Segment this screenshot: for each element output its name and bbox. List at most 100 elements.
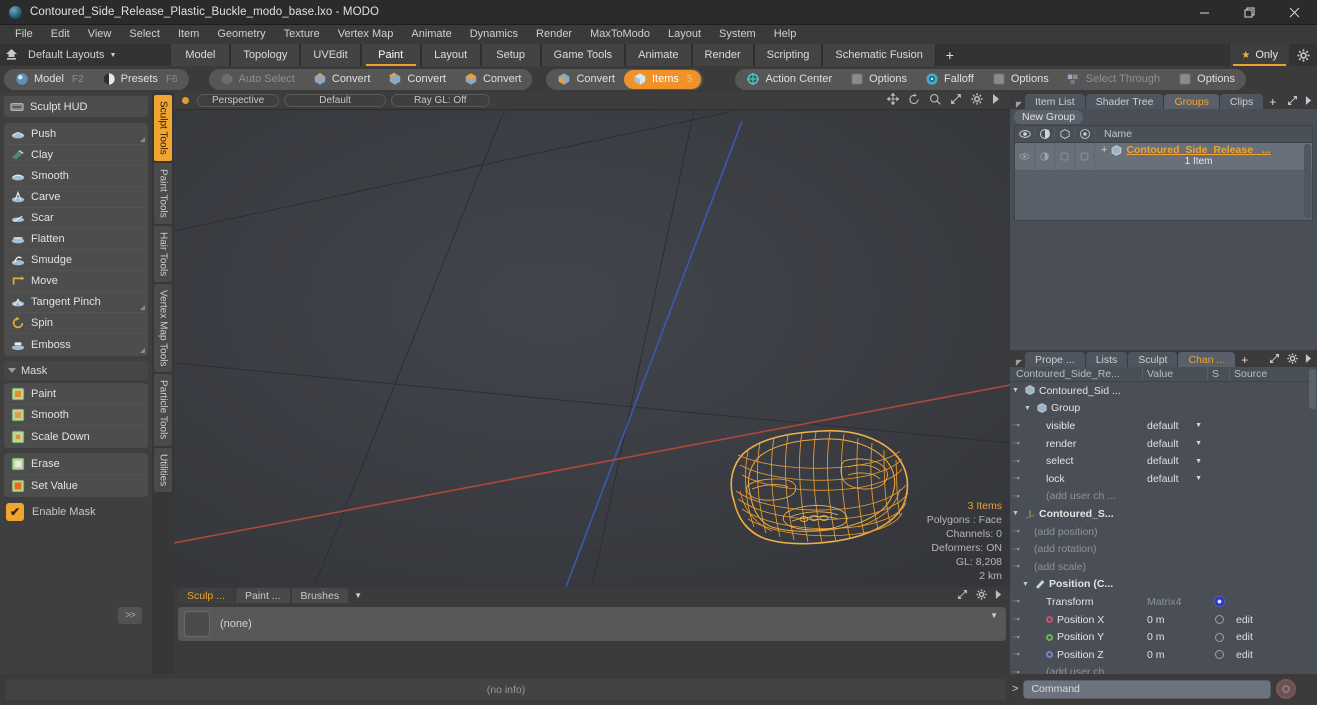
convert-polygon-button[interactable]: Convert	[455, 70, 531, 89]
channel-value[interactable]: default	[1147, 473, 1179, 485]
restore-icon[interactable]	[1227, 0, 1272, 25]
viewport-menu-dot-icon[interactable]	[182, 97, 189, 104]
twist-icon[interactable]: ▼	[1020, 581, 1031, 588]
vtab-utilities[interactable]: Utilities	[154, 447, 172, 492]
groups-scrollbar[interactable]	[1304, 144, 1311, 218]
channel-value[interactable]: 0 m	[1147, 631, 1165, 643]
channel-value[interactable]: default	[1147, 455, 1179, 467]
move-icon[interactable]	[886, 92, 900, 108]
arrow-right-icon[interactable]	[995, 589, 1002, 602]
add-panel-tab-button[interactable]: +	[1236, 353, 1253, 367]
menu-vertex-map[interactable]: Vertex Map	[329, 25, 403, 44]
menu-dynamics[interactable]: Dynamics	[461, 25, 527, 44]
action-center-options-button[interactable]: Options	[841, 70, 916, 89]
blue-ring-icon[interactable]	[1213, 596, 1225, 608]
convert-material-button[interactable]: Convert	[548, 70, 624, 89]
twist-icon[interactable]: ▼	[1010, 510, 1021, 517]
tab-uvedit[interactable]: UVEdit	[300, 44, 361, 66]
vtab-paint-tools[interactable]: Paint Tools	[154, 162, 172, 224]
channel-row-add-position[interactable]: ┈▪ (add position)	[1010, 523, 1317, 541]
menu-maxtomodo[interactable]: MaxToModo	[581, 25, 659, 44]
only-button[interactable]: ★ Only	[1229, 44, 1289, 66]
tab-game-tools[interactable]: Game Tools	[540, 44, 626, 66]
fit-icon[interactable]	[1269, 353, 1280, 367]
brush-preview-swatch[interactable]	[184, 611, 210, 637]
rtab-item-list[interactable]: Item List	[1025, 94, 1085, 109]
rtab-properties[interactable]: Prope ...	[1025, 352, 1085, 367]
select-through-button[interactable]: Select Through	[1058, 70, 1169, 89]
btab-sculpt[interactable]: Sculp ...	[178, 588, 234, 603]
tab-topology[interactable]: Topology	[230, 44, 301, 66]
enable-mask-row[interactable]: ✔ Enable Mask	[4, 503, 148, 521]
convert-edge-button[interactable]: Convert	[379, 70, 455, 89]
channel-row-render[interactable]: ┈▪ render default ▼	[1010, 435, 1317, 453]
vtab-sculpt-tools[interactable]: Sculpt Tools	[154, 95, 172, 161]
sculpt-hud-button[interactable]: Sculpt HUD	[4, 96, 148, 117]
channel-value[interactable]: 0 m	[1147, 614, 1165, 626]
tool-smudge[interactable]: Smudge	[5, 250, 147, 271]
channel-row-add-rotation[interactable]: ┈▪ (add rotation)	[1010, 540, 1317, 558]
gear-icon[interactable]	[1287, 353, 1298, 367]
wireframe-icon[interactable]	[1055, 128, 1075, 140]
action-center-button[interactable]: Action Center	[737, 70, 841, 89]
menu-geometry[interactable]: Geometry	[208, 25, 274, 44]
gear-icon[interactable]	[971, 93, 983, 108]
channel-row-lock[interactable]: ┈▪ lock default ▼	[1010, 470, 1317, 488]
twist-icon[interactable]: ▼	[1022, 405, 1033, 412]
tool-emboss[interactable]: Emboss	[5, 334, 147, 355]
row-wireframe-toggle[interactable]	[1055, 143, 1075, 169]
tab-render[interactable]: Render	[691, 44, 754, 66]
tool-smooth[interactable]: Smooth	[5, 166, 147, 187]
channel-value[interactable]: default	[1147, 438, 1179, 450]
fit-icon[interactable]	[1287, 95, 1298, 109]
channel-row-item[interactable]: ▼ Contoured_Sid ...	[1010, 382, 1317, 400]
channel-row-visible[interactable]: ┈▪ visible default ▼	[1010, 417, 1317, 435]
expand-panel-button[interactable]: >>	[118, 607, 142, 624]
btab-paint[interactable]: Paint ...	[235, 588, 290, 603]
channel-state-ring-icon[interactable]	[1214, 650, 1224, 660]
mask-erase-button[interactable]: Erase	[5, 454, 147, 475]
channel-row-position-z[interactable]: ┈▪ Position Z 0 m edit	[1010, 646, 1317, 664]
channel-row-position-y[interactable]: ┈▪ Position Y 0 m edit	[1010, 628, 1317, 646]
model-mode-button[interactable]: Model F2	[6, 70, 93, 89]
tab-scripting[interactable]: Scripting	[753, 44, 823, 66]
menu-file[interactable]: File	[6, 25, 42, 44]
tab-paint[interactable]: Paint	[360, 44, 421, 66]
tool-spin[interactable]: Spin	[5, 313, 147, 334]
falloff-options-button[interactable]: Options	[983, 70, 1058, 89]
row-render-toggle[interactable]	[1035, 143, 1055, 169]
btab-brushes[interactable]: Brushes	[291, 588, 349, 603]
menu-animate[interactable]: Animate	[402, 25, 460, 44]
render-icon[interactable]	[1035, 128, 1055, 140]
tool-tangent-pinch[interactable]: Tangent Pinch	[5, 292, 147, 313]
eye-icon[interactable]	[1015, 129, 1035, 139]
channel-state-ring-icon[interactable]	[1214, 632, 1224, 642]
twist-icon[interactable]: ▼	[1010, 387, 1021, 394]
mask-section-header[interactable]: Mask	[4, 361, 148, 380]
chevron-down-icon[interactable]: ▼	[1195, 475, 1202, 482]
row-lock-toggle[interactable]	[1075, 143, 1095, 169]
channel-row-add-scale[interactable]: ┈▪ (add scale)	[1010, 558, 1317, 576]
panel-menu-dot-icon[interactable]: ◤	[1014, 100, 1024, 109]
convert-vertex-button[interactable]: Convert	[304, 70, 380, 89]
items-mode-button[interactable]: Items 5	[624, 69, 702, 89]
rtab-shader-tree[interactable]: Shader Tree	[1085, 94, 1164, 109]
brush-selector[interactable]: (none) ▼	[178, 607, 1006, 641]
zoom-icon[interactable]	[929, 93, 941, 108]
arrow-right-icon[interactable]	[1305, 354, 1312, 366]
chevron-down-icon[interactable]: ▼	[1195, 422, 1202, 429]
viewport-raygl-toggle[interactable]: Ray GL: Off	[390, 94, 490, 107]
tool-flatten[interactable]: Flatten	[5, 229, 147, 250]
add-panel-tab-button[interactable]: +	[1264, 95, 1281, 109]
select-through-options-button[interactable]: Options	[1169, 70, 1244, 89]
tab-schematic-fusion[interactable]: Schematic Fusion	[822, 44, 936, 66]
viewport-view-mode[interactable]: Perspective	[197, 94, 280, 107]
tool-move[interactable]: Move	[5, 271, 147, 292]
chevron-down-icon[interactable]: ▼	[990, 611, 998, 620]
chevron-down-icon[interactable]: ▼	[1195, 440, 1202, 447]
fit-icon[interactable]	[957, 589, 968, 603]
rtab-groups[interactable]: Groups	[1164, 94, 1219, 109]
close-icon[interactable]	[1272, 0, 1317, 25]
falloff-button[interactable]: Falloff	[916, 70, 983, 89]
tool-carve[interactable]: Carve	[5, 187, 147, 208]
